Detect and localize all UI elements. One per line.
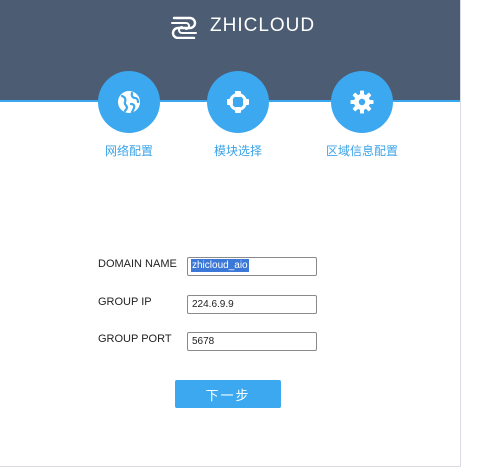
- step-network-config[interactable]: 网络配置: [90, 71, 168, 159]
- group-ip-label: GROUP IP: [98, 296, 152, 308]
- brand-name: ZHICLOUD: [210, 15, 316, 36]
- step-network-config-label: 网络配置: [104, 144, 153, 158]
- gear-icon: [350, 90, 374, 114]
- domain-name-label: DOMAIN NAME: [98, 258, 177, 270]
- step-network-config-circle[interactable]: [98, 71, 160, 133]
- next-step-button[interactable]: 下一步: [175, 380, 281, 408]
- step-module-select-label: 模块选择: [213, 144, 262, 158]
- group-port-label: GROUP PORT: [98, 333, 172, 345]
- step-module-select-circle[interactable]: [207, 71, 269, 133]
- zhicloud-logo-icon: [171, 16, 197, 39]
- setup-wizard-page: ZHICLOUD 网络配置 模块选择 区域信息配置 DOMAIN NAME zh…: [0, 0, 461, 467]
- group-ip-input[interactable]: [187, 295, 317, 314]
- domain-name-input[interactable]: [187, 257, 317, 276]
- brand: ZHICLOUD: [168, 13, 315, 39]
- globe-icon: [118, 91, 140, 114]
- modules-icon: [227, 91, 249, 113]
- step-region-config-label: 区域信息配置: [325, 144, 398, 158]
- step-module-select[interactable]: 模块选择: [202, 71, 274, 159]
- group-port-input[interactable]: [187, 332, 317, 351]
- step-region-config[interactable]: 区域信息配置: [320, 71, 404, 159]
- step-region-config-circle[interactable]: [331, 71, 393, 133]
